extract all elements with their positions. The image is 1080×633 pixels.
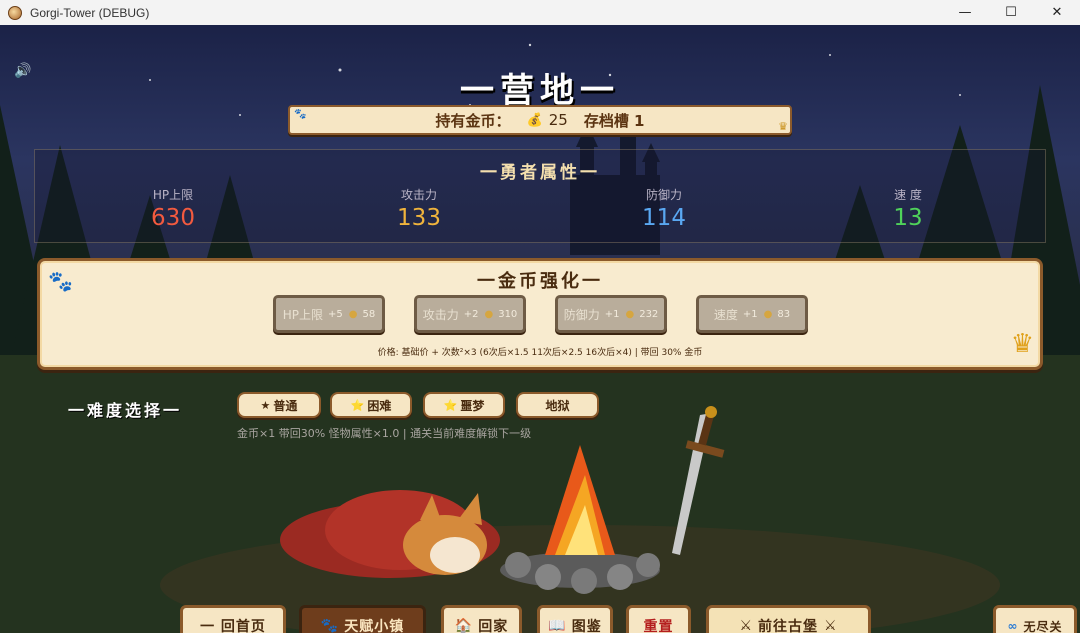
- infinity-icon: ∞: [1007, 619, 1019, 633]
- coin-bag-icon: ●: [348, 308, 358, 320]
- difficulty-label: 困难: [367, 398, 392, 413]
- maximize-button[interactable]: ☐: [988, 0, 1034, 25]
- talent-town-button[interactable]: 🐾 天赋小镇: [299, 605, 426, 633]
- save-slot-label: 存档槽 1: [583, 111, 645, 130]
- minimize-button[interactable]: —: [942, 0, 988, 25]
- difficulty-title: 一难度选择一: [68, 401, 183, 420]
- upgrade-title: 一金币强化一: [477, 271, 603, 292]
- stat-value: 114: [642, 205, 686, 231]
- house-icon: 🏠: [454, 618, 474, 633]
- stat-value: 13: [893, 205, 923, 231]
- upgrade-gain: +5: [328, 308, 343, 320]
- upgrade-attack-button[interactable]: 攻击力 +2 ● 310: [414, 295, 526, 333]
- upgrade-hp-button[interactable]: HP上限 +5 ● 58: [273, 295, 385, 333]
- gold-bar: 🐾 持有金币： 💰 25 存档槽 1 ♛: [288, 105, 792, 135]
- gold-value: 25: [548, 111, 568, 129]
- window-titlebar: Gorgi-Tower (DEBUG) — ☐ ✕: [0, 0, 1080, 26]
- upgrade-gain: +1: [742, 308, 758, 320]
- crossed-swords-icon: ⚔: [739, 618, 753, 633]
- upgrade-cost: 58: [362, 308, 376, 320]
- window-title: Gorgi-Tower (DEBUG): [30, 5, 150, 20]
- book-icon: 📖: [548, 618, 567, 633]
- crown-icon: ♛: [778, 120, 788, 133]
- upgrade-gain: +2: [463, 308, 479, 320]
- difficulty-label: 普通: [273, 398, 298, 413]
- camp-scene: 🔊 一营地一 🐾 持有金币： 💰 25 存档槽 1 ♛ 一勇者属性一 HP上限 …: [0, 25, 1080, 633]
- star-icon: ★: [260, 398, 271, 412]
- difficulty-label: 地狱: [545, 398, 570, 413]
- difficulty-hell-button[interactable]: 地狱: [516, 392, 599, 418]
- gold-label: 持有金币：: [435, 111, 511, 130]
- codex-button[interactable]: 📖 图鉴: [537, 605, 613, 633]
- stat-hp: HP上限 630: [103, 186, 243, 231]
- talent-town-label: 天赋小镇: [344, 619, 405, 633]
- paw-icon: 🐾: [320, 618, 340, 633]
- coin-bag-icon: ●: [484, 308, 494, 320]
- endless-mode-button[interactable]: ∞ 无尽关: [993, 605, 1077, 633]
- upgrade-label: HP上限: [282, 307, 324, 322]
- go-home-label: 回家: [478, 619, 509, 633]
- reset-button[interactable]: 重置: [626, 605, 691, 633]
- upgrade-cost: 83: [777, 308, 791, 320]
- stat-label: 攻击力: [400, 188, 437, 202]
- difficulty-hard-button[interactable]: ⭐ 困难: [330, 392, 412, 418]
- app-icon: [8, 5, 22, 20]
- crossed-swords-icon: ⚔: [824, 618, 838, 633]
- star-icon: ⭐: [443, 398, 458, 412]
- stat-speed: 速 度 13: [838, 186, 978, 231]
- stat-label: 防御力: [645, 188, 682, 202]
- window-controls: — ☐ ✕: [942, 0, 1080, 25]
- go-home-button[interactable]: 🏠 回家: [441, 605, 522, 633]
- paw-icon: 🐾: [294, 109, 307, 120]
- go-to-castle-label: 前往古堡: [758, 619, 818, 633]
- stat-value: 133: [397, 205, 441, 231]
- crown-icon: ♛: [1010, 329, 1034, 359]
- difficulty-label: 噩梦: [460, 398, 485, 413]
- hero-stats-title: 一勇者属性一: [480, 163, 600, 183]
- hero-stats-panel: 一勇者属性一 HP上限 630 攻击力 133 防御力 114 速 度 13: [34, 149, 1046, 243]
- codex-label: 图鉴: [571, 619, 602, 633]
- upgrade-label: 速度: [713, 307, 738, 322]
- coin-bag-icon: ●: [763, 308, 773, 320]
- difficulty-note: 金币×1 带回30% 怪物属性×1.0 | 通关当前难度解锁下一级: [237, 427, 532, 440]
- upgrade-cost: 232: [639, 308, 659, 320]
- difficulty-nightmare-button[interactable]: ⭐ 噩梦: [423, 392, 505, 418]
- star-icon: ⭐: [350, 398, 365, 412]
- coin-bag-icon: ●: [625, 308, 635, 320]
- difficulty-normal-button[interactable]: ★ 普通: [237, 392, 321, 418]
- home-page-button[interactable]: 一 回首页: [180, 605, 286, 633]
- stat-label: 速 度: [894, 188, 922, 202]
- coin-bag-icon: 💰: [526, 112, 543, 128]
- stat-label: HP上限: [152, 188, 194, 202]
- upgrade-gain: +1: [604, 308, 620, 320]
- price-formula-note: 价格: 基础价 + 次数²×3 (6次后×1.5 11次后×2.5 16次后×4…: [377, 348, 703, 358]
- stat-defense: 防御力 114: [594, 186, 734, 231]
- upgrade-speed-button[interactable]: 速度 +1 ● 83: [696, 295, 808, 333]
- endless-mode-label: 无尽关: [1023, 619, 1063, 633]
- upgrade-label: 攻击力: [422, 307, 459, 322]
- close-button[interactable]: ✕: [1034, 0, 1080, 25]
- upgrade-label: 防御力: [563, 307, 600, 322]
- go-to-castle-button[interactable]: ⚔ 前往古堡 ⚔: [706, 605, 871, 633]
- upgrade-cost: 310: [498, 308, 518, 320]
- stat-attack: 攻击力 133: [349, 186, 489, 231]
- upgrade-defense-button[interactable]: 防御力 +1 ● 232: [555, 295, 667, 333]
- stat-value: 630: [151, 205, 195, 231]
- gold-upgrade-panel: 🐾 一金币强化一 HP上限 +5 ● 58 攻击力 +2 ● 310 防御力 +…: [37, 258, 1043, 370]
